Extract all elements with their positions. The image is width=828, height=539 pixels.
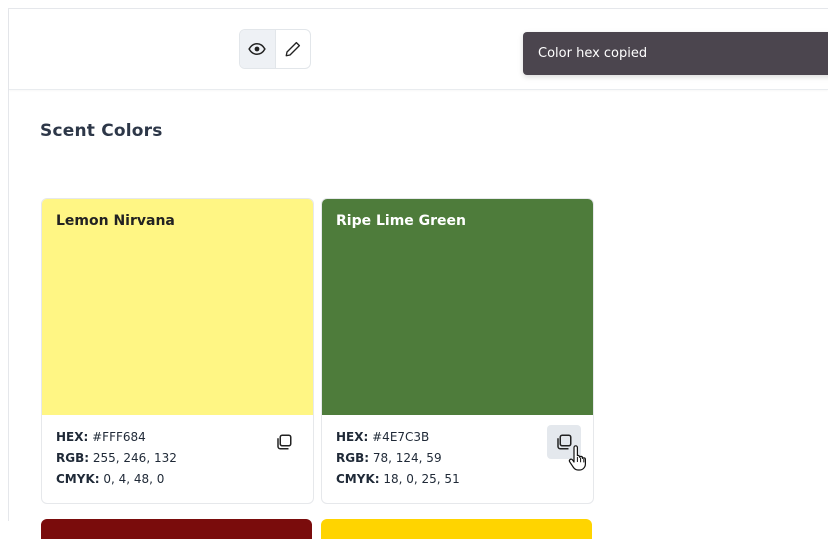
toast-message: Color hex copied (538, 46, 648, 61)
color-card: Ripe Lime Green HEX: #4E7C3B RGB: 78, 12… (321, 198, 594, 504)
color-swatch: Lemon Nirvana (42, 199, 313, 415)
cmyk-row: CMYK: 18, 0, 25, 51 (336, 472, 460, 486)
section-title: Scent Colors (40, 121, 163, 141)
edit-mode-button[interactable] (274, 30, 311, 68)
color-card-swatch-peek (41, 519, 312, 539)
rgb-row: RGB: 255, 246, 132 (56, 451, 177, 465)
view-mode-button[interactable] (240, 30, 275, 68)
hand-pointer-icon (568, 445, 586, 471)
rgb-value: 255, 246, 132 (92, 451, 177, 465)
color-name: Lemon Nirvana (56, 213, 175, 229)
color-info: HEX: #FFF684 RGB: 255, 246, 132 CMYK: 0,… (42, 415, 313, 490)
rgb-row: RGB: 78, 124, 59 (336, 451, 442, 465)
color-swatch: Ripe Lime Green (322, 199, 593, 415)
color-card-swatch-peek (321, 519, 592, 539)
mode-toggle (239, 29, 311, 69)
pencil-icon (285, 41, 300, 57)
cmyk-value: 0, 4, 48, 0 (103, 472, 165, 486)
eye-icon (248, 42, 266, 56)
hex-value: #FFF684 (92, 430, 146, 444)
top-bar: Color hex copied (9, 9, 828, 90)
toast-notification: Color hex copied (523, 32, 828, 75)
hex-value: #4E7C3B (372, 430, 430, 444)
cmyk-row: CMYK: 0, 4, 48, 0 (56, 472, 165, 486)
color-info: HEX: #4E7C3B RGB: 78, 124, 59 CMYK: 18, … (322, 415, 593, 490)
cmyk-value: 18, 0, 25, 51 (383, 472, 460, 486)
copy-hex-button[interactable] (267, 425, 301, 459)
color-name: Ripe Lime Green (336, 213, 466, 229)
color-card: Lemon Nirvana HEX: #FFF684 RGB: 255, 246… (41, 198, 314, 504)
copy-icon (277, 434, 292, 450)
app-frame: Color hex copied Scent Colors Lemon Nirv… (8, 8, 828, 539)
hex-row: HEX: #FFF684 (56, 430, 146, 444)
hex-row: HEX: #4E7C3B (336, 430, 430, 444)
rgb-value: 78, 124, 59 (372, 451, 442, 465)
